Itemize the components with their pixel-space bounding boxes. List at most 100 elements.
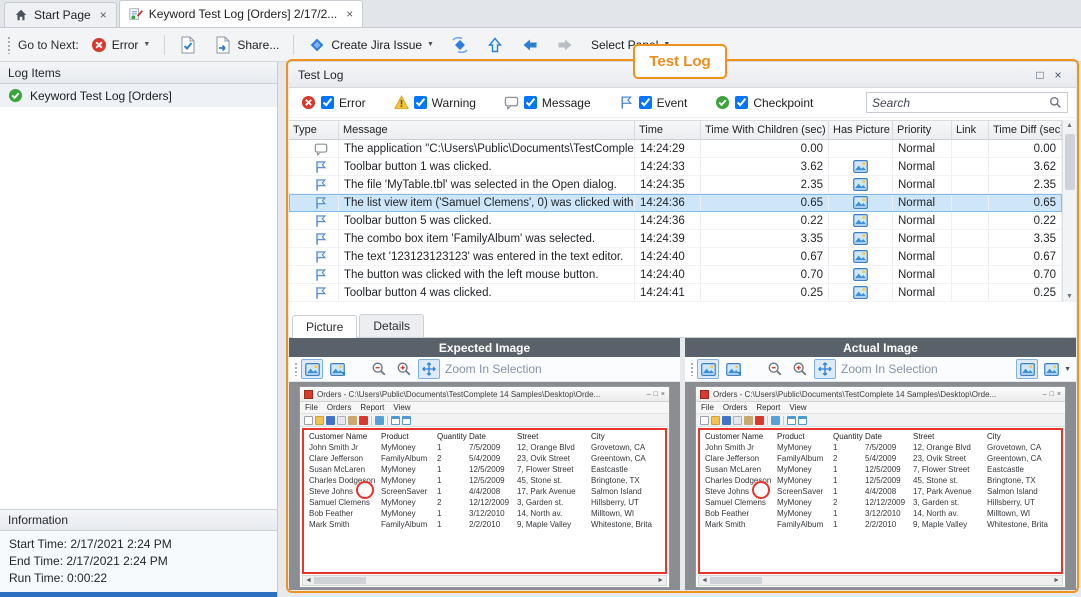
filter-item[interactable]: Message (504, 95, 591, 110)
scroll-down-icon[interactable]: ▼ (1063, 293, 1076, 300)
scroll-up-icon[interactable]: ▲ (1063, 122, 1076, 129)
column-header-has-picture[interactable]: Has Picture (829, 121, 893, 139)
log-row[interactable]: Toolbar button 1 was clicked. 14:24:33 3… (289, 158, 1062, 176)
column-header-time-with-children-sec-[interactable]: Time With Children (sec) (701, 121, 829, 139)
log-row[interactable]: The list view item ('Samuel Clemens', 0)… (289, 194, 1062, 212)
maximize-icon: □ (1050, 391, 1054, 398)
orders-column-header: Product (379, 431, 435, 442)
column-header-priority[interactable]: Priority (893, 121, 952, 139)
log-time-diff-cell: 0.70 (989, 266, 1062, 283)
tab-picture[interactable]: Picture (292, 315, 357, 338)
tab-details[interactable]: Details (359, 314, 424, 337)
tab-keyword-test-log[interactable]: Keyword Test Log [Orders] 2/17/2... × (119, 0, 364, 27)
search-input[interactable] (872, 96, 1045, 110)
filter-item[interactable]: Event (619, 95, 688, 110)
filter-checkbox[interactable] (321, 96, 334, 109)
orders-hscrollbar[interactable]: ◄► (698, 575, 1063, 586)
filter-label: Message (542, 96, 591, 110)
orders-row: Bob FeatherMyMoney13/12/201014, North av… (703, 508, 1058, 519)
save-image-button[interactable] (1040, 359, 1062, 379)
filter-item[interactable]: Error (301, 95, 366, 110)
copy-icon (337, 416, 346, 425)
orders-menu-file: File (701, 403, 714, 412)
close-tab-icon[interactable]: × (346, 8, 353, 20)
post-image-button[interactable] (174, 33, 202, 57)
filter-item[interactable]: Warning (394, 95, 476, 110)
back-button[interactable] (516, 33, 544, 57)
log-type-cell (289, 248, 339, 265)
filter-checkbox[interactable] (414, 96, 427, 109)
zoom-in-selection-button[interactable] (814, 359, 836, 379)
toolbar-grip[interactable] (690, 362, 694, 376)
log-row[interactable]: Toolbar button 4 was clicked. 14:24:41 0… (289, 284, 1062, 302)
log-time-with-children-cell: 0.00 (701, 140, 829, 157)
event-icon (314, 160, 328, 174)
log-row[interactable]: The button was clicked with the left mou… (289, 266, 1062, 284)
filter-label: Warning (432, 96, 476, 110)
filter-item[interactable]: Checkpoint (715, 95, 813, 110)
new-icon (700, 416, 709, 425)
edit-image-button[interactable] (722, 359, 744, 379)
log-has-picture-cell (829, 284, 893, 301)
left-sidebar: Log Items Keyword Test Log [Orders] Info… (0, 62, 278, 597)
zoom-in-button[interactable] (393, 359, 415, 379)
image-panel-extra-buttons: ▼ (1016, 359, 1071, 379)
column-header-time[interactable]: Time (635, 121, 701, 139)
filter-checkbox[interactable] (639, 96, 652, 109)
information-header: Information (0, 509, 277, 531)
column-header-type[interactable]: Type (289, 121, 339, 139)
log-row[interactable]: The combo box item 'FamilyAlbum' was sel… (289, 230, 1062, 248)
orders-row: Samuel ClemensMyMoney212/12/20093, Garde… (703, 497, 1058, 508)
orders-hscrollbar[interactable]: ◄► (302, 575, 667, 586)
toolbar-grip[interactable] (7, 36, 11, 54)
tree-item-keyword-test-log[interactable]: Keyword Test Log [Orders] (0, 84, 277, 107)
log-vertical-scrollbar[interactable]: ▲ ▼ (1062, 120, 1076, 302)
document-check-icon (179, 36, 197, 54)
create-jira-issue-button[interactable]: Create Jira Issue ▼ (303, 33, 439, 57)
jira-sync-button[interactable] (446, 33, 474, 57)
picture-icon (853, 214, 868, 227)
log-message-cell: The file 'MyTable.tbl' was selected in t… (339, 176, 635, 193)
search-icon (1049, 96, 1062, 109)
filter-checkbox[interactable] (524, 96, 537, 109)
tab-start-page[interactable]: Start Page × (4, 2, 117, 27)
zoom-out-button[interactable] (368, 359, 390, 379)
filter-label: Checkpoint (753, 96, 813, 110)
toolbar-separator (371, 416, 372, 425)
scrollbar-thumb[interactable] (1065, 134, 1075, 190)
log-has-picture-cell (829, 176, 893, 193)
copy-image-button[interactable] (1016, 359, 1038, 379)
toolbar-grip[interactable] (294, 362, 298, 376)
delete-icon (359, 416, 368, 425)
jira-icon (308, 36, 326, 54)
open-icon (711, 416, 720, 425)
log-row[interactable]: The file 'MyTable.tbl' was selected in t… (289, 176, 1062, 194)
upload-results-button[interactable] (481, 33, 509, 57)
log-message-cell: The application "C:\Users\Public\Documen… (339, 140, 635, 157)
forward-button[interactable] (551, 33, 579, 57)
filter-label: Error (339, 96, 366, 110)
float-panel-icon[interactable]: □ (1031, 68, 1049, 82)
more-options-caret[interactable]: ▼ (1064, 366, 1071, 373)
filter-checkbox[interactable] (735, 96, 748, 109)
column-header-time-diff-sec-[interactable]: Time Diff (sec) (989, 121, 1062, 139)
zoom-in-selection-button[interactable] (418, 359, 440, 379)
show-image-button[interactable] (301, 359, 323, 379)
zoom-in-button[interactable] (789, 359, 811, 379)
column-header-link[interactable]: Link (952, 121, 989, 139)
column-header-message[interactable]: Message (339, 121, 635, 139)
log-message-cell: Toolbar button 4 was clicked. (339, 284, 635, 301)
share-button[interactable]: Share... (209, 33, 284, 57)
log-row[interactable]: The text '123123123123' was entered in t… (289, 248, 1062, 266)
edit-image-button[interactable] (326, 359, 348, 379)
close-panel-icon[interactable]: × (1049, 68, 1067, 82)
log-type-cell (289, 158, 339, 175)
log-items-header: Log Items (0, 62, 277, 84)
log-row[interactable]: The application "C:\Users\Public\Documen… (289, 140, 1062, 158)
log-row[interactable]: Toolbar button 5 was clicked. 14:24:36 0… (289, 212, 1062, 230)
show-image-button[interactable] (697, 359, 719, 379)
zoom-out-button[interactable] (764, 359, 786, 379)
go-to-next-error-button[interactable]: Error ▼ (86, 34, 156, 56)
close-tab-icon[interactable]: × (100, 9, 107, 21)
image-panel-title: Actual Image (843, 341, 918, 355)
